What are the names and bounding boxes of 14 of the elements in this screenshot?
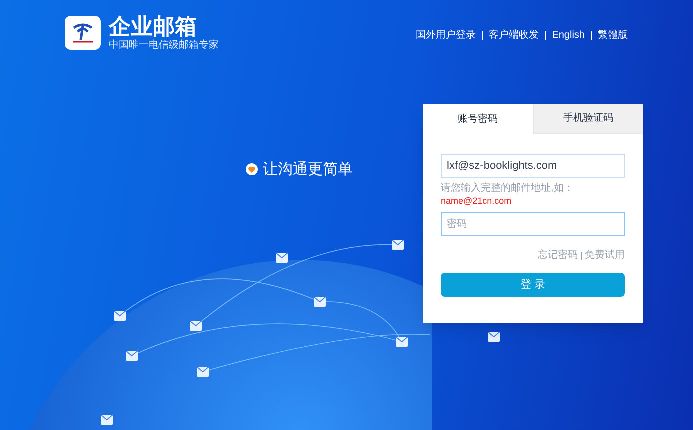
hint-text: 请您输入完整的邮件地址,如： name@21cn.com [441, 182, 575, 208]
logo-icon [65, 16, 101, 50]
account-field[interactable]: lxf@sz-booklights.com [441, 154, 625, 178]
nav-link[interactable]: 繁體版 [598, 28, 628, 43]
slogan: 让沟通更简单 [263, 160, 353, 180]
envelope-icon [488, 332, 500, 342]
nav-link[interactable]: English [552, 28, 585, 43]
password-field[interactable]: 密码 [441, 212, 625, 236]
nav-link[interactable]: 客户端收发 [489, 28, 540, 43]
login-tab[interactable]: 手机验证码 [532, 104, 643, 134]
nav-link[interactable]: 国外用户登录 [416, 28, 476, 43]
brand-subtitle: 中国唯一电信级邮箱专家 [109, 40, 219, 52]
brand-title: 企业邮箱 [109, 14, 198, 40]
login-tab[interactable]: 账号密码 [423, 104, 532, 134]
